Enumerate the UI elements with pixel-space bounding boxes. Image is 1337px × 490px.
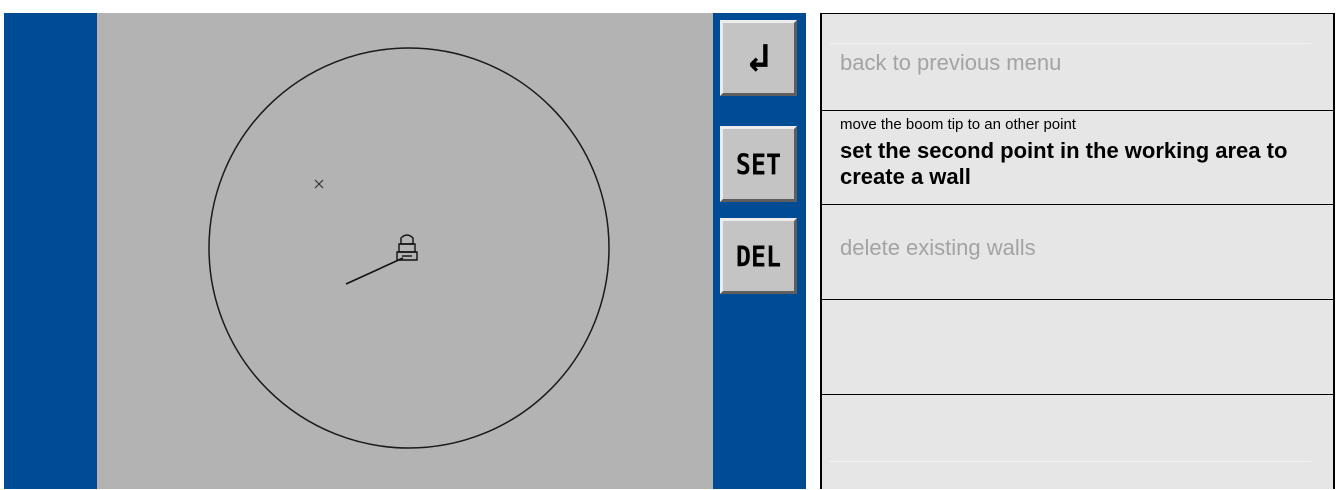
set-button[interactable]: SET (720, 126, 797, 202)
back-description: back to previous menu (840, 50, 1062, 75)
row-divider (830, 43, 1311, 44)
set-description: set the second point in the working area… (840, 138, 1288, 189)
boom-line (345, 257, 404, 285)
back-button[interactable]: ↲ (720, 20, 797, 96)
help-row-empty (822, 395, 1333, 490)
first-point-marker (314, 179, 324, 189)
help-row-empty (822, 300, 1333, 395)
set-button-label: SET (735, 147, 782, 181)
crane-icon (396, 234, 418, 261)
del-button-label: DEL (735, 239, 782, 273)
working-area-graphic (208, 47, 610, 449)
help-table: back to previous menu move the boom tip … (820, 13, 1335, 489)
set-hint: move the boom tip to an other point (840, 116, 1076, 133)
row-divider (830, 461, 1311, 462)
del-button[interactable]: DEL (720, 218, 797, 294)
device-screen: ↲ SET DEL (4, 13, 806, 489)
working-area-view[interactable] (97, 13, 713, 489)
help-row-del: delete existing walls (822, 205, 1333, 300)
working-range-circle (208, 47, 610, 449)
return-arrow-icon: ↲ (746, 35, 771, 81)
help-row-set: move the boom tip to an other point set … (822, 111, 1333, 205)
help-row-back: back to previous menu (822, 14, 1333, 111)
del-description: delete existing walls (840, 235, 1036, 260)
